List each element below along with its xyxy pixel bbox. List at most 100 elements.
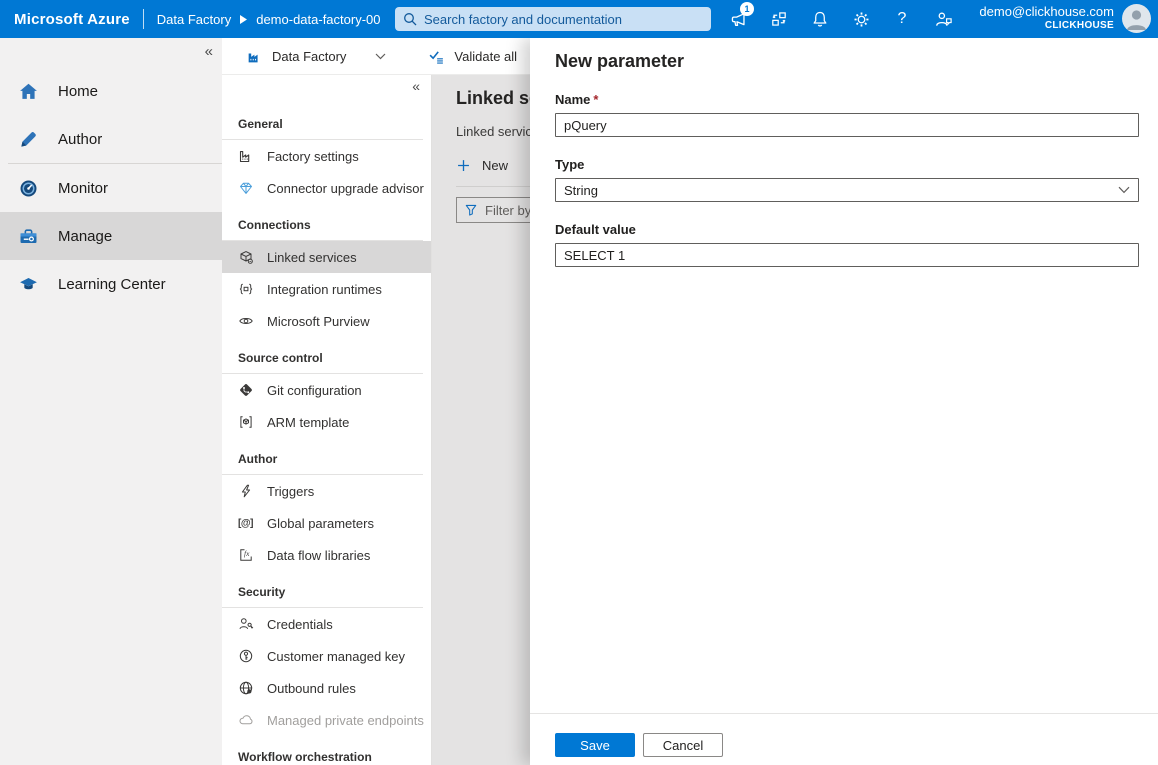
sidebar-item-triggers[interactable]: Triggers — [222, 475, 431, 507]
svg-text:fx: fx — [244, 549, 250, 558]
type-dropdown[interactable]: String — [555, 178, 1139, 202]
section-header-author: Author — [222, 452, 423, 475]
azure-topbar: Microsoft Azure Data Factory demo-data-f… — [0, 0, 1158, 38]
help-question-icon: ? — [898, 10, 907, 28]
default-value-field[interactable] — [555, 243, 1139, 267]
sidebar-item-label: Factory settings — [267, 149, 359, 164]
account-info[interactable]: demo@clickhouse.com CLICKHOUSE — [979, 4, 1114, 32]
section-header-general: General — [222, 117, 423, 140]
arm-template-icon — [237, 414, 254, 431]
linked-services-icon — [237, 249, 254, 266]
sidebar-item-label: Global parameters — [267, 516, 374, 531]
account-email: demo@clickhouse.com — [979, 4, 1114, 20]
sidebar-item-label: ARM template — [267, 415, 349, 430]
sidebar-item-microsoft-purview[interactable]: Microsoft Purview — [222, 305, 431, 337]
breadcrumb-app[interactable]: Data Factory — [157, 12, 231, 27]
person-key-icon — [237, 616, 254, 633]
cancel-button[interactable]: Cancel — [643, 733, 723, 757]
notifications-bell-button[interactable] — [808, 7, 832, 31]
sidebar-item-managed-private-endpoints[interactable]: Managed private endpoints — [222, 704, 431, 736]
sidebar-item-monitor[interactable]: Monitor — [0, 164, 222, 212]
chevron-down-icon — [1118, 186, 1130, 194]
sidebar-item-label: Outbound rules — [267, 681, 356, 696]
git-icon — [237, 382, 254, 399]
save-button[interactable]: Save — [555, 733, 635, 757]
sidebar-item-label: Linked services — [267, 250, 357, 265]
sidebar-item-customer-managed-key[interactable]: Customer managed key — [222, 640, 431, 672]
sidebar-item-linked-services[interactable]: Linked services — [222, 241, 431, 273]
sidebar-item-label: Integration runtimes — [267, 282, 382, 297]
default-value-field-label: Default value — [555, 222, 1139, 237]
sidebar-item-factory-settings[interactable]: Factory settings — [222, 140, 431, 172]
validate-check-icon — [428, 48, 445, 65]
section-header-workflow-orchestration-manager: Workflow orchestration manager — [222, 750, 423, 765]
announcements-button[interactable]: 1 — [726, 7, 750, 31]
global-search[interactable] — [395, 7, 711, 31]
toolbox-icon — [17, 225, 39, 247]
name-field-label: Name* — [555, 92, 1139, 107]
account-tenant: CLICKHOUSE — [979, 20, 1114, 32]
validate-all-button[interactable]: Validate all — [428, 48, 517, 65]
sidebar-collapse-icon[interactable]: « — [412, 78, 420, 94]
sidebar-item-learning-center[interactable]: Learning Center — [0, 260, 222, 308]
sidebar-item-home[interactable]: Home — [0, 67, 222, 115]
azure-brand[interactable]: Microsoft Azure — [14, 11, 130, 28]
type-field-label: Type — [555, 157, 1139, 172]
sidebar-item-label: Git configuration — [267, 383, 362, 398]
sidebar-item-arm-template[interactable]: ARM template — [222, 406, 431, 438]
hub-navigation: « Home Author Monitor Manage — [0, 38, 222, 765]
sidebar-item-connector-upgrade-advisor[interactable]: Connector upgrade advisor — [222, 172, 431, 204]
search-input[interactable] — [424, 12, 703, 27]
required-asterisk: * — [593, 92, 598, 107]
data-factory-menu-label: Data Factory — [272, 49, 346, 64]
announcements-badge: 1 — [740, 2, 754, 16]
nav-collapse-icon[interactable]: « — [205, 43, 213, 60]
feedback-button[interactable] — [931, 7, 955, 31]
sidebar-item-label: Customer managed key — [267, 649, 405, 664]
sidebar-item-data-flow-libraries[interactable]: fx Data flow libraries — [222, 539, 431, 571]
breadcrumb-resource[interactable]: demo-data-factory-00 — [256, 12, 380, 27]
nav-label: Manage — [58, 228, 112, 245]
integration-runtimes-icon — [237, 281, 254, 298]
sidebar-item-credentials[interactable]: Credentials — [222, 608, 431, 640]
home-icon — [17, 80, 39, 102]
resource-switcher-button[interactable] — [767, 7, 791, 31]
section-header-connections: Connections — [222, 218, 423, 241]
lightning-icon — [237, 483, 254, 500]
cloud-icon — [237, 712, 254, 729]
sidebar-item-git-configuration[interactable]: Git configuration — [222, 374, 431, 406]
search-icon — [403, 12, 417, 26]
panel-footer: Save Cancel — [530, 713, 1158, 765]
key-circle-icon — [237, 648, 254, 665]
sidebar-item-label: Credentials — [267, 617, 333, 632]
sidebar-item-label: Managed private endpoints — [267, 713, 424, 728]
settings-gear-button[interactable] — [849, 7, 873, 31]
avatar[interactable] — [1122, 4, 1151, 33]
nav-label: Home — [58, 83, 98, 100]
name-field[interactable] — [555, 113, 1139, 137]
breadcrumb-caret-icon — [240, 15, 247, 24]
nav-label: Author — [58, 131, 102, 148]
filter-funnel-icon — [464, 203, 478, 217]
help-button[interactable]: ? — [890, 7, 914, 31]
sidebar-item-label: Connector upgrade advisor — [267, 181, 424, 196]
pencil-icon — [17, 128, 39, 150]
validate-all-label: Validate all — [454, 49, 517, 64]
section-header-security: Security — [222, 585, 423, 608]
data-factory-menu-button[interactable]: Data Factory — [246, 48, 386, 65]
plus-icon — [456, 158, 471, 173]
sidebar-item-author[interactable]: Author — [0, 115, 222, 163]
section-header-source-control: Source control — [222, 351, 423, 374]
sidebar-item-manage[interactable]: Manage — [0, 212, 222, 260]
sidebar-item-outbound-rules[interactable]: Outbound rules — [222, 672, 431, 704]
eye-icon — [237, 313, 254, 330]
diamond-icon — [237, 180, 254, 197]
sidebar-item-global-parameters[interactable]: [@] Global parameters — [222, 507, 431, 539]
nav-label: Learning Center — [58, 276, 166, 293]
sidebar-item-label: Triggers — [267, 484, 314, 499]
globe-icon — [237, 680, 254, 697]
gauge-icon — [17, 177, 39, 199]
sidebar-item-integration-runtimes[interactable]: Integration runtimes — [222, 273, 431, 305]
topbar-divider — [143, 9, 144, 29]
name-label-text: Name — [555, 92, 590, 107]
